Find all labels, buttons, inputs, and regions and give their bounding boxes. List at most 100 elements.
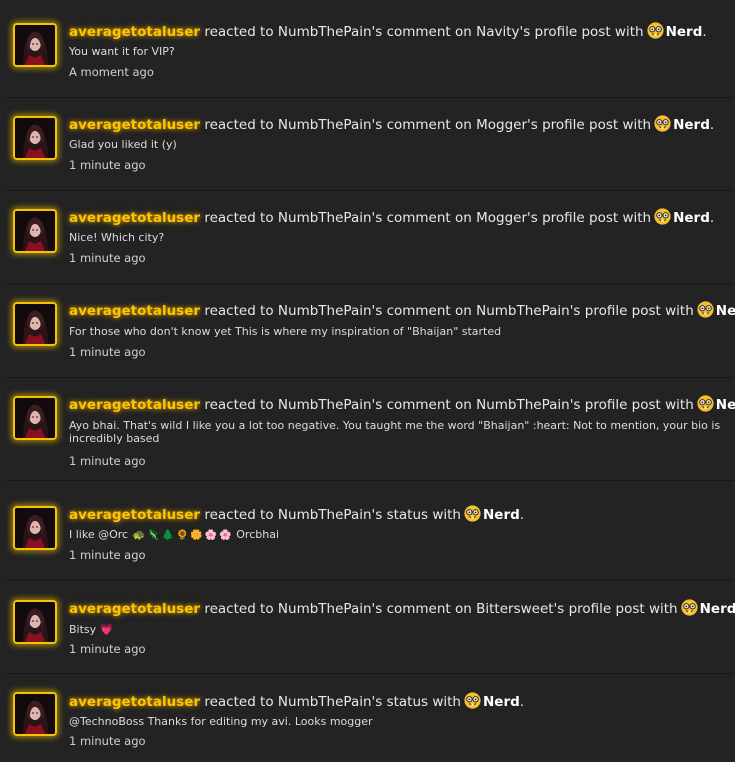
period: . <box>702 24 707 40</box>
reaction-name: Nerd <box>482 694 520 710</box>
blossom-icon: 🌼 <box>190 530 203 541</box>
timestamp[interactable]: 1 minute ago <box>69 158 146 172</box>
alert-item[interactable]: averagetotaluser reacted to NumbThePain'… <box>0 0 735 98</box>
avatar-image <box>15 304 55 344</box>
snippet-text: Ayo bhai. That's wild I like you a lot t… <box>69 419 721 445</box>
actor-link[interactable]: NumbThePain's <box>278 117 382 133</box>
verb-text: reacted to <box>204 24 274 40</box>
target-text: NumbThePain's <box>476 397 581 413</box>
object-tail-text: profile post with <box>542 117 652 133</box>
object-text: comment on <box>386 210 472 226</box>
snippet-text: Bitsy 💗 <box>69 623 735 636</box>
target-text: NumbThePain's <box>476 303 581 319</box>
username-link[interactable]: averagetotaluser <box>69 694 200 710</box>
user-avatar[interactable] <box>13 23 57 67</box>
alert-text: averagetotaluser reacted to NumbThePain'… <box>69 115 714 134</box>
avatar-image <box>15 398 55 438</box>
avatar-image <box>15 25 55 65</box>
object-tail-text: profile post with <box>542 210 652 226</box>
user-avatar[interactable] <box>13 600 57 644</box>
actor-link[interactable]: NumbThePain's <box>278 210 382 226</box>
content-link[interactable]: comment on Mogger's profile post with <box>387 117 652 133</box>
timestamp[interactable]: 1 minute ago <box>69 454 146 468</box>
timestamp[interactable]: 1 minute ago <box>69 345 146 359</box>
verb-text: reacted to <box>204 210 274 226</box>
sunflower-icon: 🌻 <box>175 530 189 541</box>
nerd-face-icon <box>654 208 671 225</box>
reaction-name: Nerd <box>673 210 710 226</box>
username-link[interactable]: averagetotaluser <box>69 24 200 40</box>
snippet-text: I like @Orc 🐢 🦎 🌲 🌻 🌼 🌸 🌸 Orcbhai <box>69 528 735 542</box>
alert-item[interactable]: averagetotaluser reacted to NumbThePain'… <box>0 481 735 581</box>
username-link[interactable]: averagetotaluser <box>69 397 200 413</box>
cherry-blossom-icon: 🌸 <box>219 530 232 541</box>
alert-item[interactable]: averagetotaluser reacted to NumbThePain'… <box>0 98 735 191</box>
nerd-face-icon <box>464 505 481 522</box>
avatar-image <box>15 118 55 158</box>
actor-link[interactable]: NumbThePain's <box>278 24 382 40</box>
actor-link[interactable]: NumbThePain's <box>278 694 382 710</box>
object-text: comment on <box>386 601 472 617</box>
snippet-text: Nice! Which city? <box>69 231 165 244</box>
username-link[interactable]: averagetotaluser <box>69 601 200 617</box>
alert-text: averagetotaluser reacted to NumbThePain'… <box>69 22 707 41</box>
alert-text: averagetotaluser reacted to NumbThePain'… <box>69 301 735 320</box>
content-link[interactable]: comment on Navity's profile post with <box>387 24 644 40</box>
actor-link[interactable]: NumbThePain's <box>278 507 382 523</box>
nerd-face-icon <box>697 395 714 412</box>
snippet-body: Bitsy <box>69 623 97 636</box>
user-avatar[interactable] <box>13 116 57 160</box>
alert-text: averagetotaluser reacted to NumbThePain'… <box>69 395 735 414</box>
reaction-name: Nerd <box>482 507 520 523</box>
alert-text: averagetotaluser reacted to NumbThePain'… <box>69 208 714 227</box>
content-link[interactable]: comment on NumbThePain's profile post wi… <box>387 303 694 319</box>
alert-item[interactable]: averagetotaluser reacted to NumbThePain'… <box>0 581 735 674</box>
tree-icon: 🌲 <box>161 530 174 541</box>
content-link[interactable]: status with <box>387 694 461 710</box>
user-avatar[interactable] <box>13 692 57 736</box>
reaction-name: Nerd <box>699 601 735 617</box>
actor-link[interactable]: NumbThePain's <box>278 601 382 617</box>
nerd-face-icon <box>647 22 664 39</box>
target-text: Navity's <box>476 24 531 40</box>
verb-text: reacted to <box>204 601 274 617</box>
timestamp[interactable]: 1 minute ago <box>69 548 146 562</box>
alert-text: averagetotaluser reacted to NumbThePain'… <box>69 692 524 711</box>
snippet-text: You want it for VIP? <box>69 45 175 58</box>
alert-item[interactable]: averagetotaluser reacted to NumbThePain'… <box>0 674 735 762</box>
username-link[interactable]: averagetotaluser <box>69 210 200 226</box>
timestamp[interactable]: 1 minute ago <box>69 734 146 748</box>
alert-item[interactable]: averagetotaluser reacted to NumbThePain'… <box>0 378 735 481</box>
timestamp[interactable]: 1 minute ago <box>69 251 146 265</box>
reaction-name: Nerd <box>673 117 710 133</box>
user-avatar[interactable] <box>13 302 57 346</box>
content-link[interactable]: comment on Bittersweet's profile post wi… <box>387 601 678 617</box>
actor-link[interactable]: NumbThePain's <box>278 397 382 413</box>
content-link[interactable]: status with <box>387 507 461 523</box>
target-text: Mogger's <box>476 210 538 226</box>
period: . <box>519 694 525 710</box>
alert-text: averagetotaluser reacted to NumbThePain'… <box>69 599 735 618</box>
user-avatar[interactable] <box>13 396 57 440</box>
username-link[interactable]: averagetotaluser <box>69 303 200 319</box>
alert-item[interactable]: averagetotaluser reacted to NumbThePain'… <box>0 191 735 284</box>
timestamp[interactable]: A moment ago <box>69 65 154 79</box>
verb-text: reacted to <box>204 303 274 319</box>
actor-link[interactable]: NumbThePain's <box>278 303 382 319</box>
period: . <box>709 210 715 226</box>
lizard-icon: 🦎 <box>147 530 160 541</box>
content-link[interactable]: comment on NumbThePain's profile post wi… <box>387 397 694 413</box>
nerd-face-icon <box>654 115 671 132</box>
timestamp[interactable]: 1 minute ago <box>69 642 146 656</box>
user-avatar[interactable] <box>13 209 57 253</box>
alert-item[interactable]: averagetotaluser reacted to NumbThePain'… <box>0 284 735 378</box>
username-link[interactable]: averagetotaluser <box>69 117 200 133</box>
alerts-feed: averagetotaluser reacted to NumbThePain'… <box>0 0 735 762</box>
verb-text: reacted to <box>204 117 274 133</box>
avatar-image <box>15 508 55 548</box>
content-link[interactable]: comment on Mogger's profile post with <box>387 210 652 226</box>
turtle-icon: 🐢 <box>132 530 146 541</box>
user-avatar[interactable] <box>13 506 57 550</box>
username-link[interactable]: averagetotaluser <box>69 507 200 523</box>
target-text: Bittersweet's <box>476 601 565 617</box>
